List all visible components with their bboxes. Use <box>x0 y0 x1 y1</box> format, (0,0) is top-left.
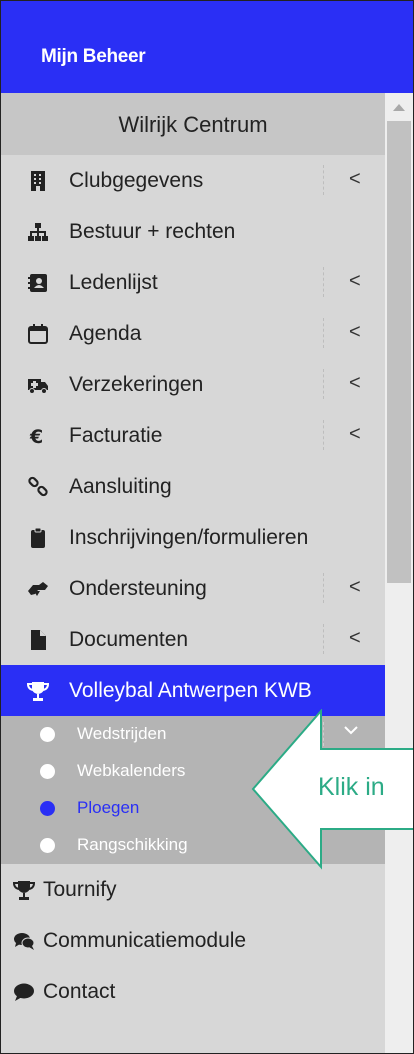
app-title: Mijn Beheer <box>41 46 146 67</box>
circle-icon <box>40 764 55 779</box>
submenu-item-label: Wedstrijden <box>77 724 167 743</box>
menu-item-label: Communicatiemodule <box>43 929 247 952</box>
divider <box>323 165 324 195</box>
club-header[interactable]: Wilrijk Centrum <box>1 93 385 155</box>
calendar-icon <box>28 324 48 344</box>
menu-item-label: Aansluiting <box>69 475 172 498</box>
menu-item-ondersteuning[interactable]: Ondersteuning < <box>1 563 385 614</box>
chevron-left-icon[interactable]: < <box>349 270 361 293</box>
divider <box>323 420 324 450</box>
trophy-icon <box>13 881 35 900</box>
svg-text:€: € <box>29 426 43 447</box>
sidebar: Wilrijk Centrum Clubgegevens < Bestuur +… <box>1 93 385 1053</box>
menu-item-label: Verzekeringen <box>69 373 204 396</box>
link-icon <box>28 476 48 497</box>
menu-item-clubgegevens[interactable]: Clubgegevens < <box>1 155 385 206</box>
comments-icon <box>14 933 35 950</box>
scroll-up-arrow-icon[interactable] <box>393 104 405 111</box>
submenu-item-label: Webkalenders <box>77 761 186 780</box>
app-frame: Mijn Beheer Wilrijk Centrum Clubgegevens… <box>0 0 414 1054</box>
chevron-left-icon[interactable]: < <box>349 168 361 191</box>
divider <box>323 369 324 399</box>
menu-item-facturatie[interactable]: € Facturatie < <box>1 410 385 461</box>
menu-item-label: Bestuur + rechten <box>69 220 236 243</box>
menu-item-label: Ondersteuning <box>69 577 207 600</box>
left-arrow-callout-icon <box>251 709 413 870</box>
divider <box>323 267 324 297</box>
chevron-left-icon[interactable]: < <box>349 372 361 395</box>
menu-item-label: Contact <box>43 980 116 1003</box>
callout-text: Klik in <box>318 773 385 801</box>
chevron-left-icon[interactable]: < <box>349 627 361 650</box>
chevron-left-icon[interactable]: < <box>349 423 361 446</box>
ambulance-icon <box>28 379 48 394</box>
menu-item-inschrijvingen[interactable]: Inschrijvingen/formulieren <box>1 512 385 563</box>
menu-item-communicatiemodule[interactable]: Communicatiemodule <box>1 915 385 966</box>
menu-item-label: Volleybal Antwerpen KWB <box>69 679 312 702</box>
circle-icon <box>40 801 55 816</box>
menu-item-bestuur-rechten[interactable]: Bestuur + rechten <box>1 206 385 257</box>
menu-item-label: Inschrijvingen/formulieren <box>69 526 309 549</box>
divider <box>323 624 324 654</box>
chevron-left-icon[interactable]: < <box>349 321 361 344</box>
circle-icon <box>40 727 55 742</box>
menu-item-label: Agenda <box>69 322 142 345</box>
menu-item-label: Tournify <box>43 878 117 901</box>
divider <box>323 573 324 603</box>
menu-item-aansluiting[interactable]: Aansluiting <box>1 461 385 512</box>
menu-item-documenten[interactable]: Documenten < <box>1 614 385 665</box>
menu-item-ledenlijst[interactable]: Ledenlijst < <box>1 257 385 308</box>
address-book-icon <box>28 274 47 292</box>
menu-item-label: Documenten <box>69 628 189 651</box>
menu-item-label: Ledenlijst <box>69 271 158 294</box>
submenu-item-label: Rangschikking <box>77 835 188 854</box>
submenu-item-label: Ploegen <box>77 798 140 817</box>
header-bar: Mijn Beheer <box>1 1 413 93</box>
comment-icon <box>14 983 34 1001</box>
chevron-left-icon[interactable]: < <box>349 576 361 599</box>
euro-icon: € <box>29 426 43 447</box>
club-name: Wilrijk Centrum <box>118 112 268 137</box>
scrollbar-thumb[interactable] <box>387 121 411 583</box>
menu-item-agenda[interactable]: Agenda < <box>1 308 385 359</box>
handshake-icon <box>28 582 48 596</box>
menu-item-label: Facturatie <box>69 424 163 447</box>
clipboard-icon <box>31 527 45 548</box>
file-icon <box>31 630 46 650</box>
building-icon <box>31 171 45 191</box>
circle-icon <box>40 838 55 853</box>
menu-item-label: Clubgegevens <box>69 169 204 192</box>
menu-item-verzekeringen[interactable]: Verzekeringen < <box>1 359 385 410</box>
org-chart-icon <box>28 223 48 241</box>
menu-item-contact[interactable]: Contact <box>1 966 385 1017</box>
trophy-icon <box>27 682 49 701</box>
divider <box>323 318 324 348</box>
